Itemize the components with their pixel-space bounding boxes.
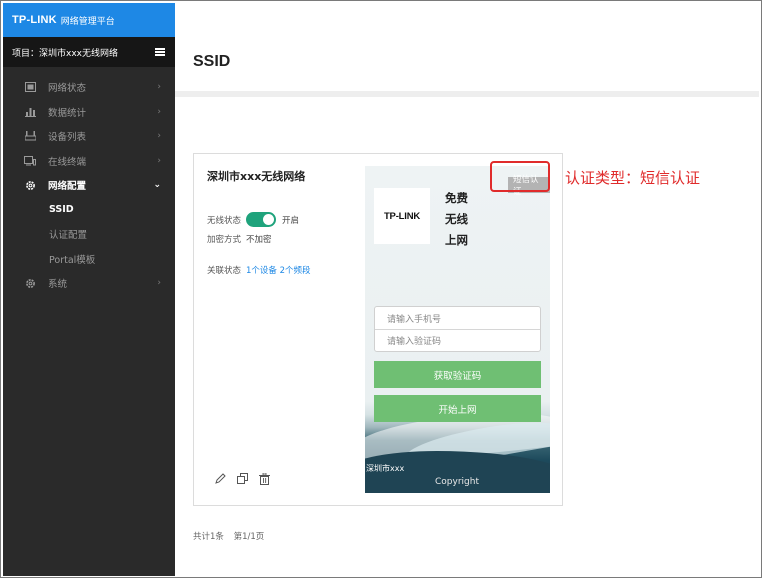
gear-icon (24, 277, 36, 289)
portal-form: 请输入手机号 请输入验证码 (374, 306, 541, 352)
gear-icon (24, 179, 36, 191)
start-internet-button[interactable]: 开始上网 (374, 395, 541, 422)
portal-logo: TP-LINK (374, 188, 430, 244)
portal-footer-name: 深圳市xxx (366, 464, 405, 473)
wireless-status-row: 无线状态 开启 (207, 212, 299, 227)
sidebar-item-label: 系统 (48, 279, 68, 291)
card-actions (214, 472, 271, 485)
edit-icon[interactable] (214, 472, 227, 485)
chevron-right-icon: › (157, 82, 161, 93)
sidebar-item-online-terminals[interactable]: 在线终端 › (3, 149, 175, 174)
slogan-line: 免费 (445, 191, 468, 205)
slogan-line: 无线 (445, 212, 468, 226)
association-label: 关联状态 (207, 266, 242, 276)
chevron-right-icon: › (157, 106, 161, 117)
ssid-name: 深圳市xxx无线网络 (207, 170, 306, 183)
portal-logo-text: TP-LINK (383, 210, 421, 222)
chevron-right-icon: › (157, 155, 161, 166)
sidebar-item-system[interactable]: 系统 › (3, 271, 175, 296)
wireless-status-value: 开启 (282, 215, 300, 226)
menu-icon[interactable] (155, 48, 165, 56)
brand-logo: TP-LINK (12, 14, 57, 26)
terminal-icon (24, 155, 36, 167)
wireless-toggle[interactable] (246, 212, 277, 227)
ssid-card: 深圳市xxx无线网络 无线状态 开启 加密方式 不加密 关联状态 1个设备 2个… (193, 153, 563, 506)
project-label: 项目：深圳市xxx无线网络 (12, 48, 118, 59)
slogan-line: 上网 (445, 233, 468, 247)
annotation-highlight-box (490, 161, 550, 192)
get-code-button[interactable]: 获取验证码 (374, 361, 541, 388)
pagination-info: 共计1条 第1/1页 (193, 530, 264, 542)
sidebar-item-label: 网络状态 (48, 83, 87, 95)
chevron-right-icon: › (157, 131, 161, 142)
annotation-label: 认证类型：短信认证 (565, 169, 701, 187)
portal-preview: TP-LINK 免费 无线 上网 短信认证 请输入手机号 请输入验证码 获取验证… (365, 166, 550, 493)
main-content: SSID 深圳市xxx无线网络 无线状态 开启 加密方式 不加密 关联状态 1个… (175, 3, 759, 576)
total-count: 共计1条 (193, 532, 224, 542)
page-title: SSID (193, 53, 231, 70)
sidebar-subitem-auth-config[interactable]: 认证配置 (3, 222, 175, 247)
project-selector[interactable]: 项目：深圳市xxx无线网络 (3, 37, 175, 67)
association-row: 关联状态 1个设备 2个频段 (207, 264, 311, 276)
sidebar: TP-LINK 网络管理平台 项目：深圳市xxx无线网络 网络状态 › 数据统计… (3, 3, 175, 576)
sidebar-subitem-portal-template[interactable]: Portal模板 (3, 247, 175, 272)
brand-platform-name: 网络管理平台 (60, 16, 115, 27)
brand-header[interactable]: TP-LINK 网络管理平台 (3, 3, 175, 37)
sidebar-item-network-status[interactable]: 网络状态 › (3, 75, 175, 100)
code-input[interactable]: 请输入验证码 (375, 329, 540, 351)
trash-icon[interactable] (258, 472, 271, 485)
copy-icon[interactable] (236, 472, 249, 485)
sidebar-item-label: 在线终端 (48, 156, 87, 168)
sidebar-nav: 网络状态 › 数据统计 › 设备列表 › 在线终端 › 网络配置 ⌄ SSID … (3, 67, 175, 296)
association-link[interactable]: 1个设备 2个频段 (246, 264, 311, 276)
wireless-status-label: 无线状态 (207, 215, 242, 226)
page-indicator: 第1/1页 (233, 532, 265, 542)
sidebar-item-network-config[interactable]: 网络配置 ⌄ (3, 173, 175, 198)
chevron-right-icon: › (157, 278, 161, 289)
device-icon (24, 130, 36, 142)
sidebar-item-statistics[interactable]: 数据统计 › (3, 100, 175, 125)
sidebar-item-device-list[interactable]: 设备列表 › (3, 124, 175, 149)
sidebar-item-label: 设备列表 (48, 132, 87, 144)
sidebar-item-label: 数据统计 (48, 107, 87, 119)
portal-copyright: Copyright (435, 477, 479, 487)
encryption-value: 不加密 (246, 235, 272, 245)
header-divider (175, 91, 759, 97)
encryption-row: 加密方式 不加密 (207, 233, 272, 245)
sidebar-subitem-ssid[interactable]: SSID (3, 198, 175, 223)
chevron-down-icon: ⌄ (153, 180, 161, 191)
monitor-icon (24, 81, 36, 93)
encryption-label: 加密方式 (207, 235, 242, 245)
sidebar-item-label: 网络配置 (48, 181, 87, 193)
bar-chart-icon (24, 106, 36, 118)
portal-slogan: 免费 无线 上网 (445, 188, 468, 251)
phone-input[interactable]: 请输入手机号 (375, 307, 540, 329)
